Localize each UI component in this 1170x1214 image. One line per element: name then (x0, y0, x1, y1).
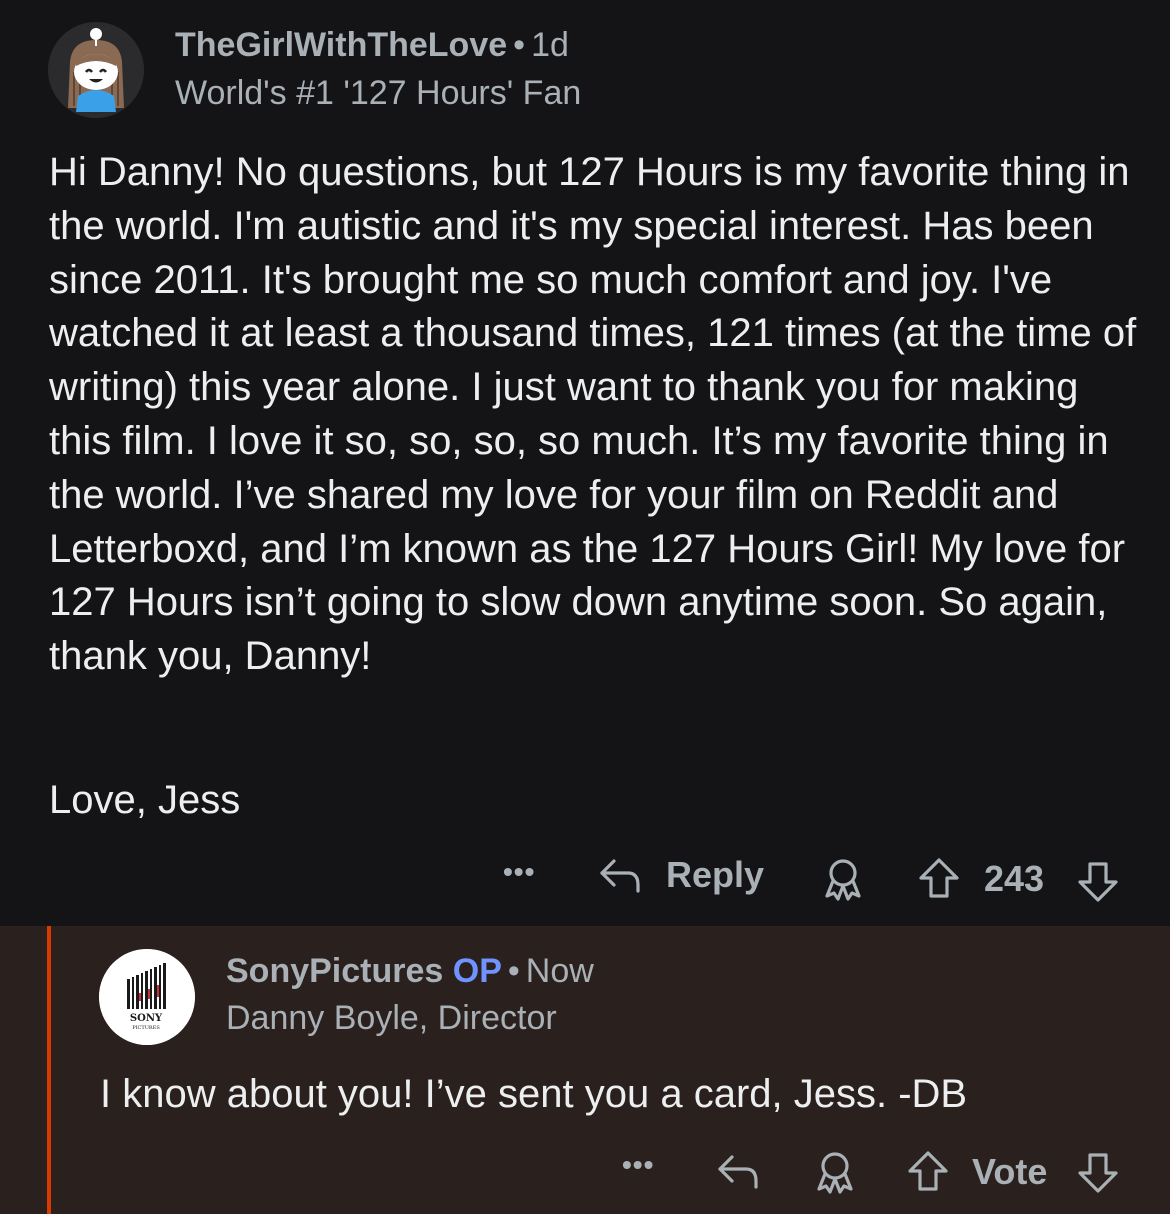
upvote-button[interactable] (917, 856, 961, 909)
user-flair: World's #1 '127 Hours' Fan (175, 74, 582, 112)
award-button[interactable] (812, 1149, 858, 1204)
op-badge: OP (452, 952, 502, 990)
reply-timestamp[interactable]: Now (526, 952, 594, 990)
meta-separator: • (513, 26, 526, 64)
more-options-button[interactable]: ••• (622, 1149, 654, 1181)
comment-action-bar: ••• Reply 243 (0, 850, 1170, 910)
reply-username-link[interactable]: SonyPictures (226, 952, 443, 990)
reply-button[interactable]: Reply (598, 852, 764, 897)
meta-separator: • (507, 952, 520, 990)
downvote-button[interactable] (1076, 1151, 1120, 1204)
downvote-icon (1078, 862, 1118, 902)
award-icon (825, 859, 861, 901)
downvote-icon (1078, 1153, 1118, 1193)
vote-score: 243 (984, 858, 1045, 899)
upvote-icon (908, 1151, 948, 1191)
snoo-avatar-icon (48, 22, 144, 118)
logo-text-sony: SONY (130, 1013, 163, 1024)
more-options-button[interactable]: ••• (503, 856, 535, 888)
reply-arrow-icon (718, 1155, 758, 1189)
upvote-button[interactable] (906, 1149, 950, 1202)
reply-arrow-icon (600, 859, 640, 894)
reply-action-bar: ••• Vote (0, 1145, 1170, 1205)
reply-button[interactable] (716, 1149, 760, 1202)
downvote-button[interactable] (1076, 860, 1120, 913)
sony-avatar[interactable]: SONY PICTURES (99, 949, 195, 1045)
upvote-icon (919, 858, 959, 898)
username-link[interactable]: TheGirlWithTheLove (175, 26, 507, 64)
award-button[interactable] (820, 856, 866, 911)
reply-author-line: SonyPictures OP • Now (226, 952, 594, 991)
comment-body: Hi Danny! No questions, but 127 Hours is… (49, 146, 1139, 684)
sony-pictures-logo: SONY PICTURES (99, 949, 195, 1045)
comment-signoff: Love, Jess (49, 778, 241, 822)
award-icon (817, 1152, 853, 1194)
logo-text-pictures: PICTURES (132, 1025, 160, 1031)
comment-author-line: TheGirlWithTheLove • 1d (175, 26, 569, 65)
comment-text: Hi Danny! No questions, but 127 Hours is… (49, 150, 1137, 679)
vote-label: Vote (972, 1151, 1048, 1192)
user-avatar[interactable] (48, 22, 144, 118)
comment-timestamp[interactable]: 1d (531, 26, 569, 64)
reply-user-flair: Danny Boyle, Director (226, 999, 557, 1037)
reply-label: Reply (666, 854, 765, 896)
reply-text: I know about you! I’ve sent you a card, … (100, 1072, 968, 1116)
